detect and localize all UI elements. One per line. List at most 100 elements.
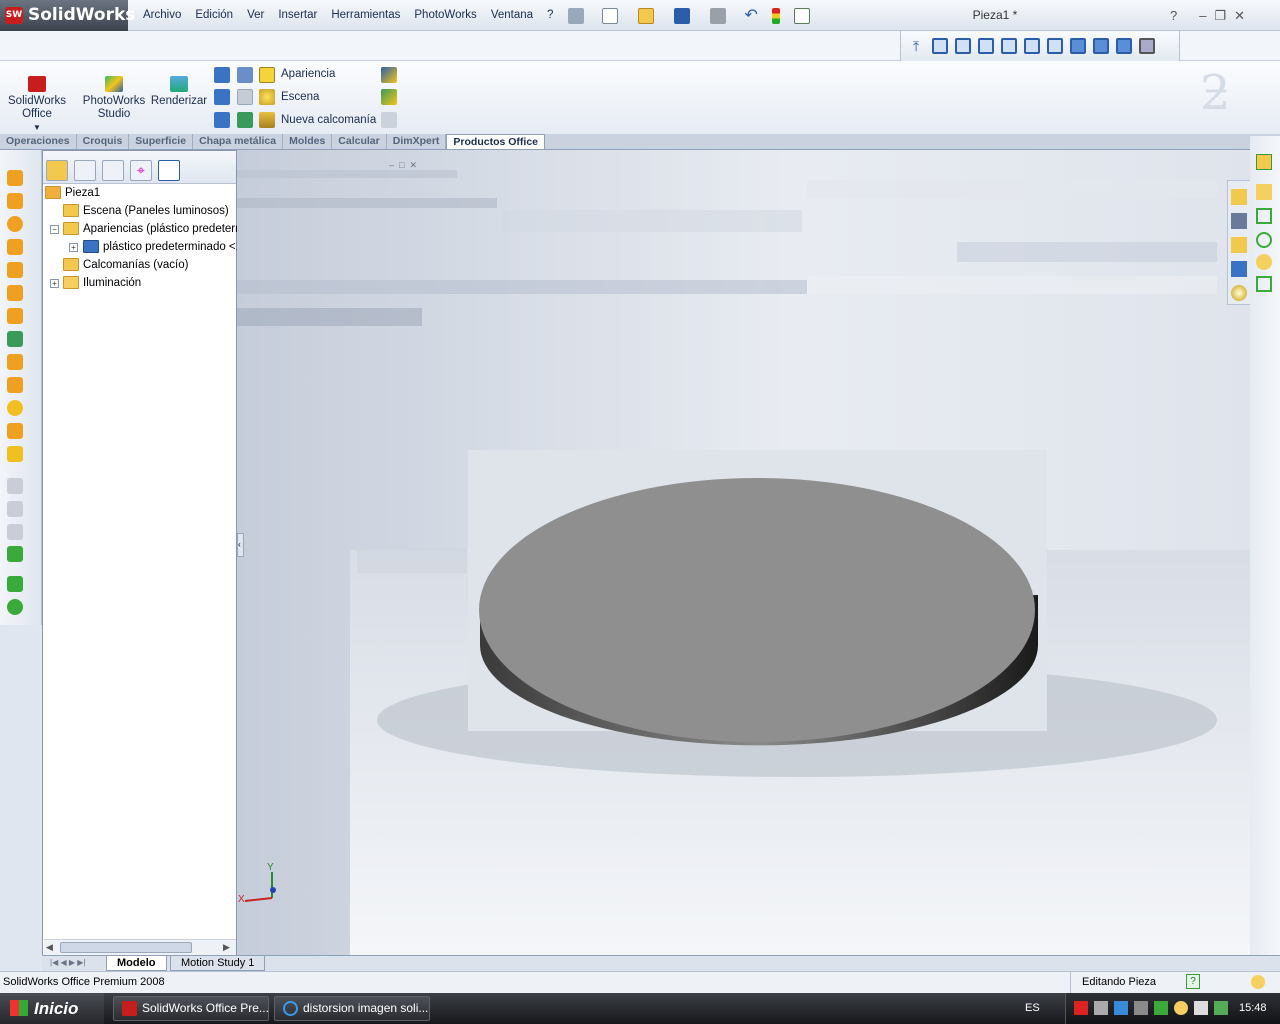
- horizontal-scrollbar[interactable]: ◀ ▶: [44, 939, 236, 955]
- shaded-icon[interactable]: [1093, 38, 1110, 54]
- view-left-icon[interactable]: [978, 38, 995, 54]
- menu-photoworks[interactable]: PhotoWorks: [407, 0, 483, 31]
- view-top-icon[interactable]: [1024, 38, 1041, 54]
- restore-button[interactable]: ❐: [1214, 8, 1226, 24]
- spline-icon[interactable]: [7, 599, 23, 615]
- sweep-icon[interactable]: [7, 216, 23, 232]
- extrude-icon[interactable]: [7, 170, 23, 186]
- curves-icon[interactable]: [7, 576, 23, 592]
- tree-item-escena[interactable]: Escena (Paneles luminosos): [63, 202, 229, 220]
- view-bottom-icon[interactable]: [1047, 38, 1064, 54]
- view-back-icon[interactable]: [955, 38, 972, 54]
- save-icon[interactable]: [674, 7, 691, 24]
- tray-app-icon[interactable]: [1114, 1001, 1128, 1015]
- view-palette-icon[interactable]: [1231, 261, 1247, 277]
- tab-modelo[interactable]: Modelo: [106, 956, 167, 971]
- appearances-scenes-icon[interactable]: [1231, 285, 1247, 301]
- language-indicator[interactable]: ES: [1025, 1002, 1040, 1014]
- photoworks-studio-button[interactable]: PhotoWorks Studio: [80, 76, 148, 121]
- ellipse-icon[interactable]: [1256, 276, 1272, 292]
- escena-button[interactable]: Escena: [281, 91, 319, 103]
- draft-icon[interactable]: [7, 377, 23, 393]
- volume-icon[interactable]: [1134, 1001, 1148, 1015]
- home-icon[interactable]: [1231, 189, 1247, 205]
- pin-icon[interactable]: [568, 7, 585, 24]
- line-icon[interactable]: [1256, 208, 1272, 224]
- tab-moldes[interactable]: Moldes: [283, 134, 333, 149]
- graphics-area[interactable]: Y X – □ ✕: [237, 150, 1250, 955]
- shaded-edges-icon[interactable]: [1116, 38, 1133, 54]
- task-browser[interactable]: distorsion imagen soli...: [274, 996, 430, 1021]
- property-manager-tab-icon[interactable]: [74, 160, 96, 181]
- status-tag-icon[interactable]: [1251, 975, 1265, 989]
- view-isometric-icon[interactable]: [1070, 38, 1087, 54]
- tab-dimxpert[interactable]: DimXpert: [387, 134, 447, 149]
- tab-productos-office[interactable]: Productos Office: [446, 134, 546, 149]
- antivirus-icon[interactable]: [1074, 1001, 1088, 1015]
- start-button[interactable]: Inicio: [0, 993, 104, 1024]
- configuration-tab-icon[interactable]: [102, 160, 124, 181]
- fillet-icon[interactable]: [7, 308, 23, 324]
- print-icon[interactable]: [710, 7, 727, 24]
- expand-icon[interactable]: +: [50, 279, 59, 288]
- viewport-controls[interactable]: – □ ✕: [389, 160, 417, 171]
- render-area-icon[interactable]: [214, 67, 230, 83]
- tree-item-plastico[interactable]: plástico predeterminado <1: [83, 238, 242, 256]
- nvidia-icon[interactable]: [1214, 1001, 1228, 1015]
- feature-tree-tab-icon[interactable]: [46, 160, 68, 181]
- menu-insertar[interactable]: Insertar: [271, 0, 324, 31]
- help-icon[interactable]: ?: [1170, 8, 1177, 23]
- tab-chapa-metalica[interactable]: Chapa metálica: [193, 134, 284, 149]
- mirror-icon[interactable]: [7, 446, 23, 462]
- help-status-icon[interactable]: ?: [1186, 974, 1200, 989]
- menu-ver[interactable]: Ver: [240, 0, 271, 31]
- cut-revolve-icon[interactable]: [7, 285, 23, 301]
- menu-ventana[interactable]: Ventana: [484, 0, 540, 31]
- dimxpert-tab-icon[interactable]: ⌖: [130, 160, 152, 181]
- minimize-button[interactable]: –: [1199, 8, 1206, 23]
- tree-item-calcomanias[interactable]: Calcomanías (vacío): [63, 256, 188, 274]
- collapse-panel-icon[interactable]: ‹: [237, 533, 244, 557]
- normal-to-icon[interactable]: ⤒: [913, 38, 919, 55]
- tree-item-apariencias[interactable]: Apariencias (plástico predeterm: [63, 220, 245, 238]
- hole-icon[interactable]: [7, 400, 23, 416]
- decal-icon[interactable]: [259, 112, 275, 128]
- circle-icon[interactable]: [1256, 254, 1272, 270]
- revolve-icon[interactable]: [7, 193, 23, 209]
- rebuild-icon[interactable]: [772, 7, 781, 24]
- pattern-icon[interactable]: [7, 331, 23, 347]
- reference-geometry-icon[interactable]: [7, 546, 23, 562]
- nueva-calcomania-button[interactable]: Nueva calcomanía: [281, 114, 376, 126]
- tree-item-iluminacion[interactable]: Iluminación: [63, 274, 141, 292]
- sketch-icon[interactable]: [1256, 154, 1272, 170]
- scroll-left-icon[interactable]: ◀: [46, 942, 53, 953]
- tray-app-icon-2[interactable]: [1154, 1001, 1168, 1015]
- menu-help[interactable]: ?: [540, 0, 560, 31]
- paste-appearance-icon[interactable]: [381, 89, 397, 105]
- tab-croquis[interactable]: Croquis: [77, 134, 130, 149]
- tab-nav-icons[interactable]: |◀ ◀ ▶ ▶|: [50, 958, 85, 967]
- tree-root[interactable]: Pieza1: [45, 184, 100, 202]
- render-scheduler-icon[interactable]: [237, 112, 253, 128]
- tray-app-icon-4[interactable]: [1194, 1001, 1208, 1015]
- copy-appearance-icon[interactable]: [381, 67, 397, 83]
- solidworks-office-button[interactable]: SolidWorks Office ▼: [8, 76, 66, 134]
- loft-icon[interactable]: [7, 239, 23, 255]
- shell-icon[interactable]: [7, 423, 23, 439]
- cut-extrude-icon[interactable]: [7, 262, 23, 278]
- scroll-right-icon[interactable]: ▶: [223, 942, 230, 953]
- appearance-icon[interactable]: [259, 67, 275, 83]
- view-right-icon[interactable]: [1001, 38, 1018, 54]
- section-view-icon[interactable]: [1139, 38, 1156, 54]
- solidworks-logo[interactable]: SW SolidWorks: [0, 0, 135, 31]
- network-icon[interactable]: [1094, 1001, 1108, 1015]
- tab-motion-study[interactable]: Motion Study 1: [170, 956, 266, 971]
- resources-icon[interactable]: [1231, 213, 1247, 229]
- smart-dimension-icon[interactable]: [1256, 184, 1272, 200]
- view-front-icon[interactable]: [932, 38, 949, 54]
- render-file-icon[interactable]: [214, 112, 230, 128]
- scene-icon[interactable]: [259, 89, 275, 105]
- spline-tool-icon[interactable]: [1256, 232, 1272, 248]
- menu-herramientas[interactable]: Herramientas: [324, 0, 407, 31]
- menu-edicion[interactable]: Edición: [188, 0, 240, 31]
